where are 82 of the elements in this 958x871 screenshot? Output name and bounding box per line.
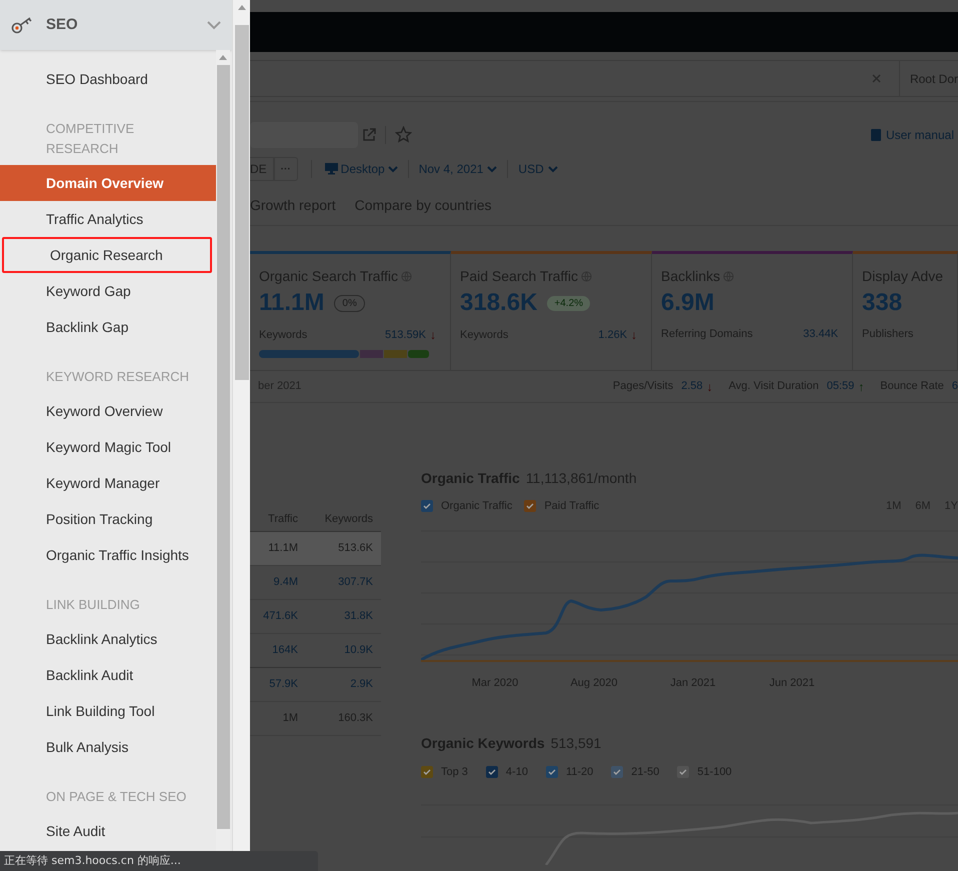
chevron-icon	[207, 20, 221, 30]
section-heading: LINK BUILDING	[46, 596, 141, 614]
checkmark-icon	[423, 502, 431, 510]
table-cell-text: 31.8K	[343, 609, 374, 624]
card-sub-value[interactable]: 513.59K	[385, 326, 426, 344]
legend-checkbox[interactable]	[611, 766, 624, 778]
menu-item[interactable]: Domain Overview	[0, 165, 216, 201]
legend-checkbox[interactable]	[486, 766, 498, 778]
section-heading: KEYWORD RESEARCH	[46, 368, 190, 386]
currency-dropdown[interactable]: USD	[518, 160, 558, 178]
menu-item[interactable]: Link Building Tool	[0, 693, 216, 729]
star-icon[interactable]	[395, 126, 412, 143]
scroll-up-icon[interactable]	[219, 55, 227, 60]
menu-item[interactable]: Organic Traffic Insights	[0, 537, 216, 573]
card-value: 318.6K	[460, 289, 538, 317]
more-button[interactable]: ···	[274, 157, 298, 181]
menu-item[interactable]: Bulk Analysis	[0, 729, 216, 765]
table-row[interactable]: 471.6K 31.8K	[250, 600, 381, 634]
menu-item[interactable]: Keyword Magic Tool	[0, 429, 216, 465]
trend-arrow: ↑	[858, 378, 864, 396]
menu-item[interactable]: Keyword Overview	[0, 393, 216, 429]
legend-checkbox[interactable]	[546, 766, 558, 778]
scroll-up-icon[interactable]	[238, 5, 246, 10]
loading-status-toast: 正在等待 sem3.hoocs.cn 的响应...	[0, 851, 318, 871]
chevron-down-icon	[548, 166, 558, 172]
trend-arrow: ↓	[631, 327, 638, 344]
checkmark-icon	[488, 768, 496, 776]
trend-arrow: ↓	[706, 378, 713, 396]
menu-item[interactable]: Traffic Analytics	[0, 201, 216, 237]
menu-item[interactable]: Backlink Audit	[0, 657, 216, 693]
trend-arrow: ↓	[430, 327, 436, 344]
menu-item[interactable]: Backlink Gap	[0, 309, 216, 345]
table-cell-text: 307.7K	[337, 575, 374, 590]
change-badge: +4.2%	[547, 296, 590, 310]
legend-checkbox[interactable]	[421, 500, 433, 512]
table-row[interactable]: 57.9K 2.9K	[250, 668, 381, 702]
metric-value: 6	[952, 379, 958, 394]
table-cell-text: 2.9K	[349, 677, 374, 692]
checkmark-icon	[613, 768, 622, 776]
table-cell-text: 10.9K	[343, 643, 374, 658]
section-heading: COMPETITIVE RESEARCH	[46, 120, 136, 158]
menu-item[interactable]: Backlink Analytics	[0, 621, 216, 657]
checkmark-icon	[423, 768, 431, 776]
scrollbar-thumb[interactable]	[234, 25, 248, 380]
menu-item[interactable]: Position Tracking	[0, 501, 216, 537]
menu-item[interactable]: Keyword Manager	[0, 465, 216, 501]
metric-value: 05:59	[826, 379, 854, 394]
card-value: 6.9M	[661, 289, 714, 317]
chevron-down-icon	[388, 166, 398, 172]
checkmark-icon	[679, 768, 688, 776]
table-cell-text: 11.1M	[267, 541, 299, 556]
metric-value: 2.58	[681, 379, 703, 394]
menu-item[interactable]: Site Audit	[0, 813, 216, 849]
user-manual-link[interactable]: User manual	[886, 126, 954, 144]
card-value: 11.1M	[259, 289, 324, 317]
menu-item[interactable]: SEO Dashboard	[0, 61, 216, 97]
menu-item[interactable]: Keyword Gap	[0, 273, 216, 309]
legend-checkbox[interactable]	[421, 766, 433, 778]
table-row[interactable]: 9.4M 307.7K	[250, 566, 381, 600]
card-sub-value[interactable]: 1.26K	[598, 326, 628, 344]
menu-header[interactable]: SEO	[0, 0, 232, 50]
card-sub-value[interactable]: 33.44K	[803, 326, 838, 342]
table-cell-text: 513.6K	[337, 541, 374, 556]
device-dropdown[interactable]: Desktop	[324, 160, 398, 178]
legend-checkbox[interactable]	[524, 500, 536, 512]
monitor-icon	[324, 163, 338, 175]
card-value: 338	[862, 289, 902, 317]
legend-checkbox[interactable]	[677, 766, 690, 778]
table-cell-text: 471.6K	[262, 609, 299, 624]
menu-title: SEO	[46, 14, 79, 35]
table-cell-text: 9.4M	[272, 575, 299, 590]
checkmark-icon	[526, 502, 534, 510]
menu-item[interactable]: Organic Research	[2, 237, 212, 273]
table-row[interactable]: 164K 10.9K	[250, 634, 381, 668]
chevron-down-icon	[487, 166, 498, 172]
book-icon	[870, 128, 881, 140]
checkmark-icon	[548, 768, 556, 776]
table-cell-text: 57.9K	[268, 677, 299, 692]
section-heading: ON PAGE & TECH SEO	[46, 788, 188, 806]
date-dropdown[interactable]: Nov 4, 2021	[418, 160, 498, 178]
table-cell-text: 164K	[271, 643, 299, 658]
table-row[interactable]: 11.1M 513.6K	[250, 532, 381, 566]
